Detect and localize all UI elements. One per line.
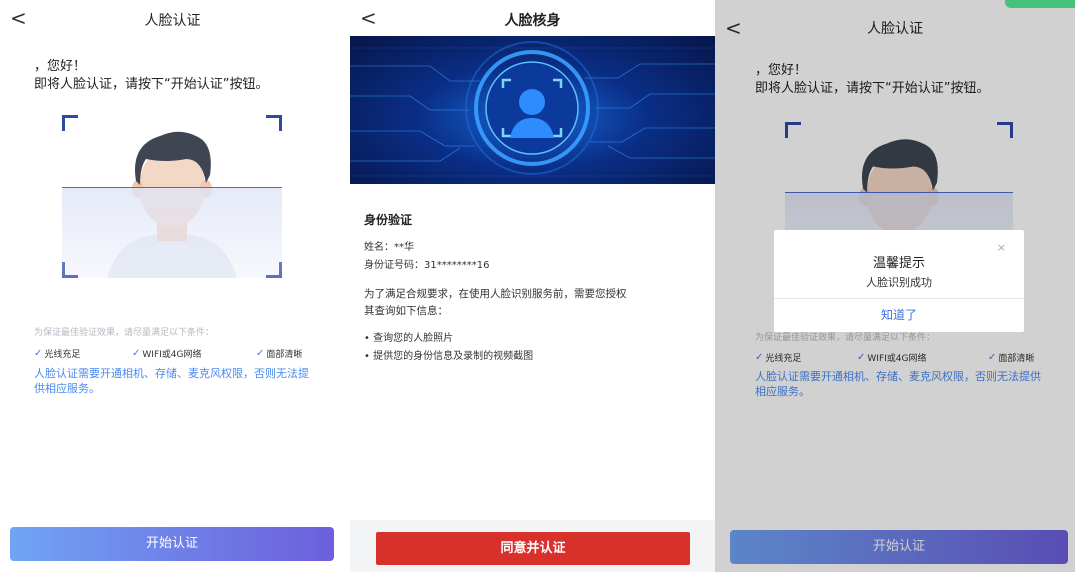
list-item-label: 查询您的人脸照片 [373,333,454,344]
checkmark-icon: ✓ [34,348,43,359]
dialog-divider [774,298,1024,299]
checkmark-icon: ✓ [132,348,141,359]
notice-text: 为了满足合规要求，在使用人脸识别服务前，需要您授权 [364,288,627,300]
condition-item: ✓ WIFI或4G网络 [132,347,201,360]
face-scan-icon [350,41,715,177]
notice-text: 其查询如下信息： [364,305,448,317]
face-scan-banner [350,36,715,184]
page-title: 人脸核身 [504,13,561,29]
face-scan-frame [62,115,282,278]
nav-bar: < 人脸核身 [350,0,715,40]
confirm-button[interactable]: 知道了 [774,306,1024,323]
condition-label: WIFI或4G网络 [142,350,202,360]
dialog-message: 人脸识别成功 [866,276,932,289]
instruction-text: 即将人脸认证，请按下“开始认证”按钮。 [34,77,269,92]
frame-corner [62,115,78,131]
permission-note: 人脸认证需要开通相机、存储、麦克风权限，否则无法提供相应服务。 [34,367,309,395]
greeting-text: ，您好！ [34,59,87,74]
condition-list: ✓ 光线充足 ✓ WIFI或4G网络 ✓ 面部清晰 [34,347,314,361]
section-title: 身份验证 [364,213,413,227]
id-number-text: 身份证号码：31********16 [364,260,490,271]
list-item: • 查询您的人脸照片 [364,333,454,344]
face-auth-success-screen: < 人脸认证 ，您好！ 即将人脸认证，请按下“开始认证”按钮。 为保证最佳验证效… [715,0,1075,572]
list-item: • 提供您的身份信息及录制的视频截图 [364,351,534,362]
start-auth-button[interactable]: 开始认证 [10,527,334,561]
page-title: 人脸认证 [144,13,201,29]
list-item-label: 提供您的身份信息及录制的视频截图 [373,351,534,362]
condition-label: 面部清晰 [266,350,303,360]
close-icon[interactable]: × [997,241,1006,254]
nav-bar: < 人脸认证 [0,0,345,40]
frame-corner [266,115,282,131]
success-dialog: 温馨提示 × 人脸识别成功 知道了 [774,230,1024,332]
dialog-title: 温馨提示 [872,256,925,271]
scan-overlay [62,188,282,278]
condition-item: ✓ 光线充足 [34,347,80,360]
agree-and-verify-button[interactable]: 同意并认证 [376,532,690,565]
face-verify-screen: < 人脸核身 身份验证 姓名：**华 身份证号码：31********16 为了… [350,0,715,572]
face-auth-screen: < 人脸认证 ，您好！ 即将人脸认证，请按下“开始认证”按钮。 为保证最佳验证效… [0,0,345,572]
condition-item: ✓ 面部清晰 [256,347,302,360]
name-text: 姓名：**华 [364,242,414,253]
hint-text: 为保证最佳验证效果，请尽量满足以下条件： [34,328,215,338]
condition-label: 光线充足 [44,350,81,360]
checkmark-icon: ✓ [256,348,265,359]
status-indicator [1005,0,1075,8]
